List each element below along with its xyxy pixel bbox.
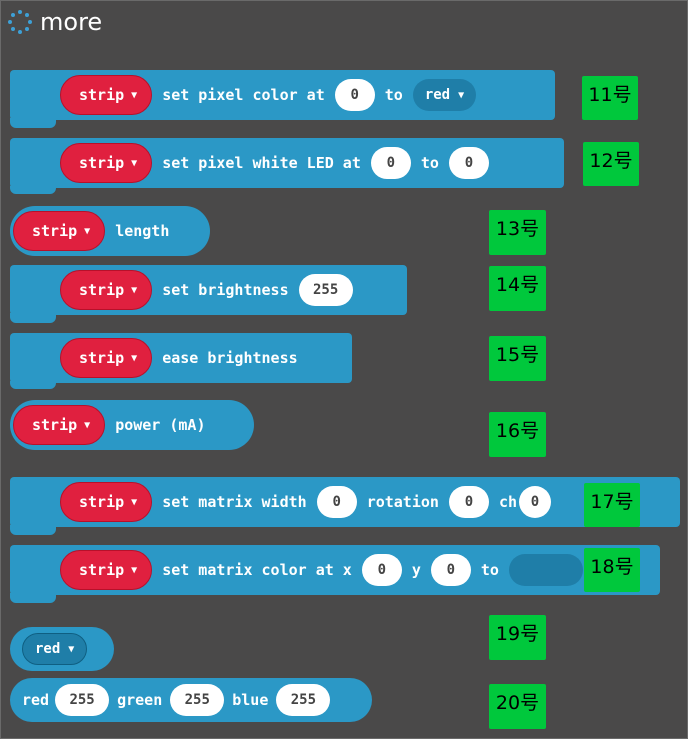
tag-17: 17号 [584, 483, 640, 527]
strip-dropdown[interactable]: strip ▼ [60, 482, 153, 522]
red-input[interactable]: 255 [55, 684, 110, 716]
strip-dropdown[interactable]: strip ▼ [13, 211, 106, 251]
caret-down-icon: ▼ [131, 89, 138, 101]
caret-down-icon: ▼ [458, 89, 465, 101]
block-label: set matrix color at x [162, 561, 352, 579]
caret-down-icon: ▼ [131, 564, 138, 576]
tag-19: 19号 [489, 615, 546, 660]
block-label: set matrix width [162, 493, 307, 511]
block-label: set brightness [162, 281, 289, 299]
color-dropdown[interactable]: red ▼ [22, 633, 88, 665]
color-dropdown[interactable]: red ▼ [412, 79, 477, 111]
tag-20: 20号 [489, 684, 546, 729]
more-icon [8, 10, 32, 34]
block-label: to [384, 86, 403, 104]
strip-dropdown[interactable]: strip ▼ [60, 75, 153, 115]
tag-14: 14号 [489, 266, 546, 311]
block-label: ch [498, 493, 517, 511]
rotation-input[interactable]: 0 [448, 486, 489, 518]
caret-down-icon: ▼ [131, 496, 138, 508]
caret-down-icon: ▼ [131, 352, 138, 364]
green-input[interactable]: 255 [170, 684, 225, 716]
y-input[interactable]: 0 [430, 554, 471, 586]
block-label: y [411, 561, 421, 579]
block-label: ease brightness [162, 349, 298, 367]
strip-dropdown[interactable]: strip ▼ [13, 405, 106, 445]
block-label: rotation [366, 493, 439, 511]
chain-input[interactable]: 0 [519, 486, 551, 518]
tag-12: 12号 [583, 142, 639, 186]
brightness-input[interactable]: 255 [298, 274, 353, 306]
block-label: set pixel color at [162, 86, 325, 104]
strip-dropdown[interactable]: strip ▼ [60, 270, 153, 310]
category-title: more [40, 8, 103, 36]
block-label: blue [232, 691, 269, 709]
value-input[interactable]: 0 [448, 147, 489, 179]
caret-down-icon: ▼ [131, 157, 138, 169]
block-label: power (mA) [115, 416, 206, 434]
strip-dropdown[interactable]: strip ▼ [60, 143, 153, 183]
caret-down-icon: ▼ [131, 284, 138, 296]
x-input[interactable]: 0 [361, 554, 402, 586]
block-label: length [115, 222, 170, 240]
block-label: green [117, 691, 163, 709]
index-input[interactable]: 0 [370, 147, 411, 179]
category-header: more [8, 6, 102, 38]
strip-dropdown[interactable]: strip ▼ [60, 550, 153, 590]
block-label: to [480, 561, 499, 579]
blue-input[interactable]: 255 [276, 684, 331, 716]
index-input[interactable]: 0 [334, 79, 375, 111]
caret-down-icon: ▼ [68, 643, 75, 655]
color-dropdown[interactable] [508, 554, 583, 586]
tag-11: 11号 [582, 76, 638, 120]
block-label: set pixel white LED at [162, 154, 361, 172]
strip-dropdown[interactable]: strip ▼ [60, 338, 153, 378]
block-label: red [22, 691, 50, 709]
caret-down-icon: ▼ [84, 419, 91, 431]
tag-13: 13号 [489, 210, 546, 255]
tag-16: 16号 [489, 412, 546, 457]
tag-15: 15号 [489, 336, 546, 381]
tag-18: 18号 [584, 548, 640, 592]
block-label: to [420, 154, 439, 172]
width-input[interactable]: 0 [316, 486, 357, 518]
caret-down-icon: ▼ [84, 225, 91, 237]
